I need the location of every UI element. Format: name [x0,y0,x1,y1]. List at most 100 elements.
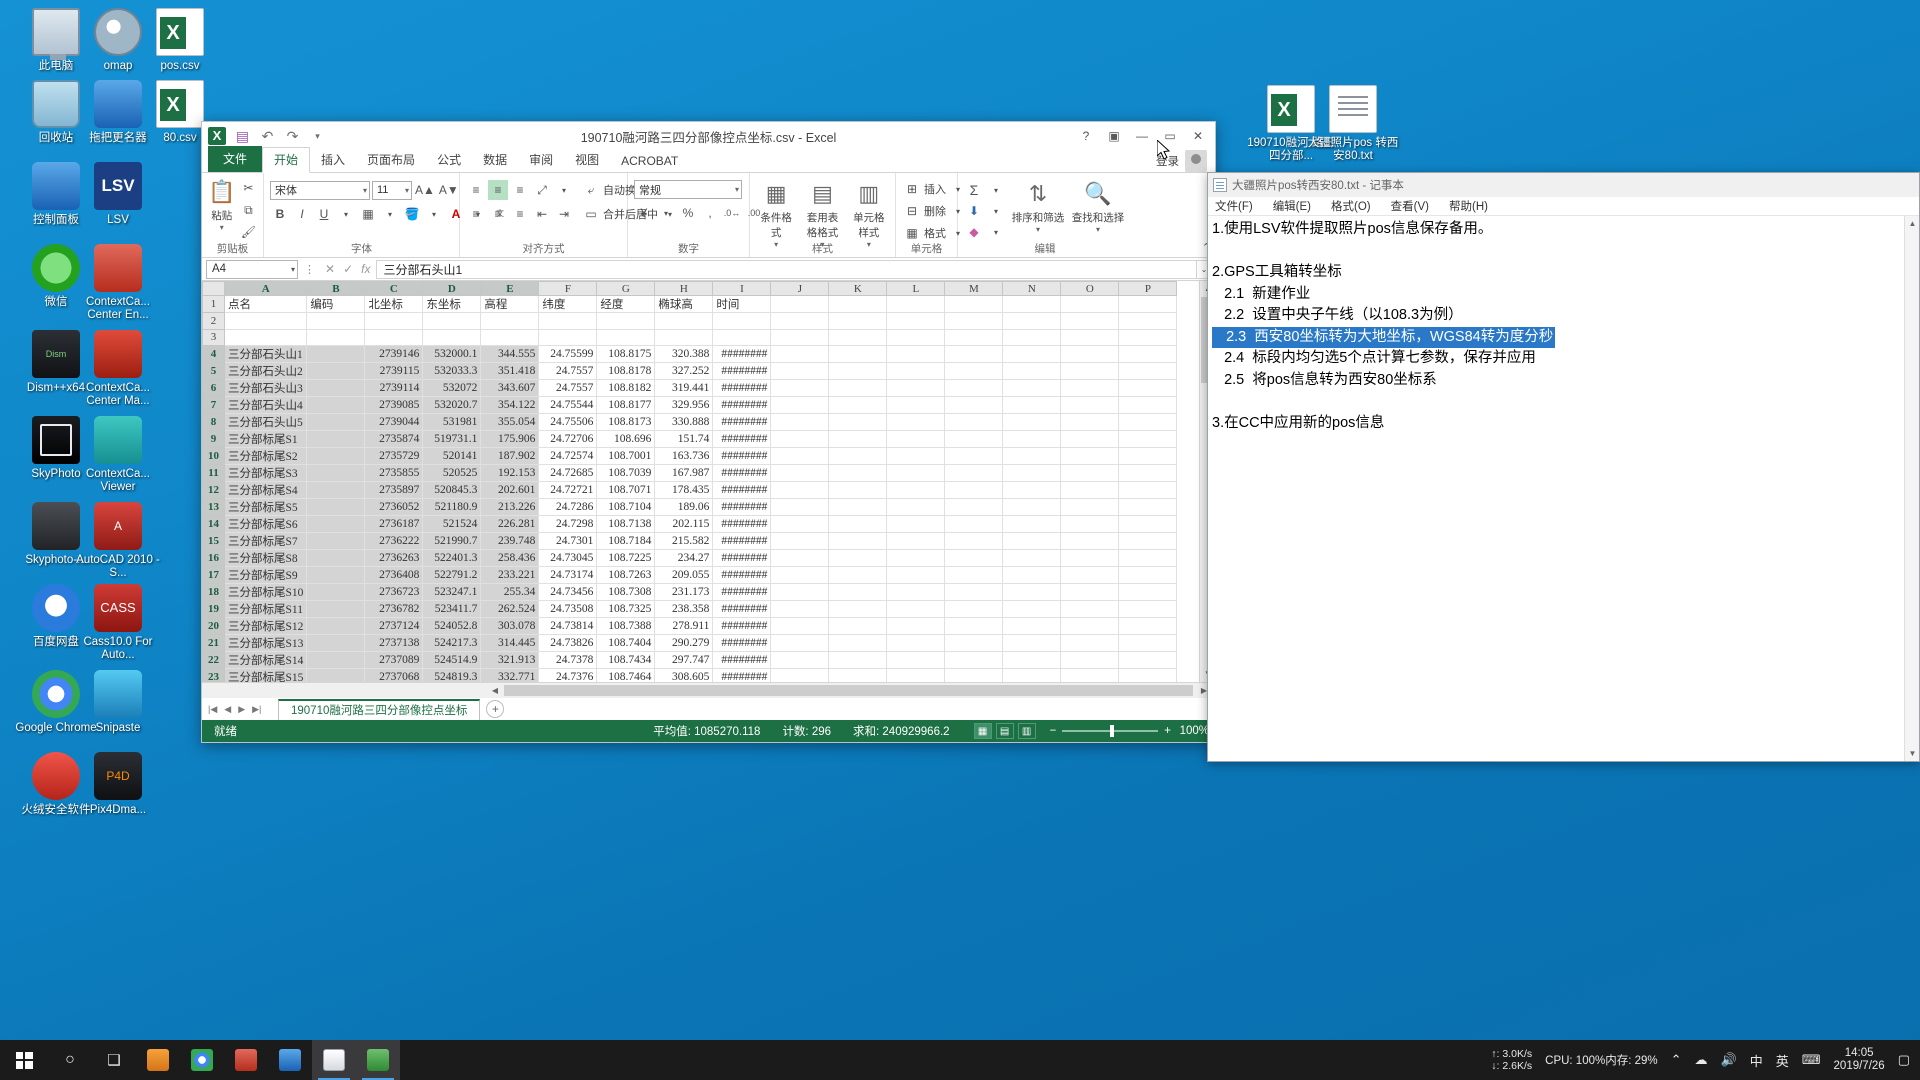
grid-cell[interactable]: 319.441 [655,380,713,397]
grid-cell[interactable]: ######## [713,431,771,448]
grid-cell[interactable] [887,669,945,682]
grid-cell[interactable]: 202.601 [481,482,539,499]
grid-cell[interactable] [423,329,481,346]
format-as-table-button[interactable]: ▤ 套用表格格式 ▾ [802,178,842,249]
grid-cell[interactable]: 纬度 [539,296,597,313]
grid-cell[interactable] [1119,397,1177,414]
grid-cell[interactable]: 108.7104 [597,499,655,516]
grid-cell[interactable] [771,499,829,516]
grid-cell[interactable]: ######## [713,380,771,397]
grid-cell[interactable]: ######## [713,652,771,669]
grid-cell[interactable]: 108.7138 [597,516,655,533]
grid-cell[interactable]: 320.388 [655,346,713,363]
formula-bar[interactable]: A4 ▾ ⋮ ✕ ✓ fx 三分部石头山1 ⌄ [202,258,1215,281]
grid-cell[interactable] [307,669,365,682]
taskbar-app-buttons[interactable] [136,1040,400,1080]
grid-cell[interactable] [771,346,829,363]
grid-cell[interactable] [945,448,1003,465]
ime-language-label[interactable]: 英 [1776,1051,1789,1070]
grid-cell[interactable]: 2736723 [365,584,423,601]
grid-cell[interactable]: 524052.8 [423,618,481,635]
grid-cell[interactable] [829,533,887,550]
ribbon-tab-3[interactable]: 页面布局 [356,148,426,172]
grid-cell[interactable] [1003,329,1061,346]
grid-cell[interactable] [771,380,829,397]
grid-cell[interactable] [771,601,829,618]
grid-cell[interactable]: 三分部标尾S9 [225,567,307,584]
column-header[interactable]: B [307,282,365,296]
grid-cell[interactable] [829,397,887,414]
align-bottom-icon[interactable]: ≡ [510,180,530,200]
grid-cell[interactable]: 2736263 [365,550,423,567]
grid-cell[interactable] [1119,431,1177,448]
grid-cell[interactable]: 2739085 [365,397,423,414]
grid-cell[interactable] [887,635,945,652]
desktop-icon-contextcapture-center-engine[interactable]: ContextCa... Center En... [70,244,166,322]
grid-cell[interactable] [307,329,365,346]
grid-cell[interactable]: 24.7557 [539,363,597,380]
grid-cell[interactable] [887,346,945,363]
row-header[interactable]: 10 [203,448,225,465]
grid-cell[interactable]: 332.771 [481,669,539,682]
align-top-icon[interactable]: ≡ [466,180,486,200]
grid-cell[interactable]: 24.73814 [539,618,597,635]
clock[interactable]: 14:05 2019/7/26 [1834,1047,1885,1073]
grid-cell[interactable]: ######## [713,346,771,363]
excel-title-bar[interactable]: X ▤ ↶ ↷ ▾ 190710融河路三四分部像控点坐标.csv - Excel… [202,122,1215,150]
orientation-icon[interactable]: ⤢ [532,180,552,200]
grid-cell[interactable] [887,448,945,465]
column-header[interactable]: N [1003,282,1061,296]
grid-cell[interactable] [771,465,829,482]
notepad-menu-item-4[interactable]: 帮助(H) [1446,197,1491,215]
grid-cell[interactable] [945,313,1003,330]
column-header[interactable]: P [1119,282,1177,296]
grid-cell[interactable]: 239.748 [481,533,539,550]
column-header[interactable]: M [945,282,1003,296]
search-icon[interactable]: ○ [48,1040,92,1080]
grid-cell[interactable] [307,431,365,448]
grid-cell[interactable]: 24.7301 [539,533,597,550]
grid-cell[interactable] [307,516,365,533]
notepad-menu-item-1[interactable]: 编辑(E) [1270,197,1314,215]
grid-cell[interactable]: 321.913 [481,652,539,669]
grid-cell[interactable]: 297.747 [655,652,713,669]
grid-cell[interactable]: 2736222 [365,533,423,550]
align-right-icon[interactable]: ≡ [510,204,530,224]
grid-cell[interactable] [887,516,945,533]
grid-cell[interactable] [225,313,307,330]
grid-cell[interactable] [1061,652,1119,669]
currency-dropdown-icon[interactable]: ▾ [656,203,676,223]
grid-cell[interactable]: 三分部标尾S10 [225,584,307,601]
grid-cell[interactable] [1061,499,1119,516]
grid-cell[interactable] [1003,618,1061,635]
format-cells-icon[interactable]: ▦ [902,223,922,243]
close-button[interactable]: ✕ [1185,125,1211,147]
taskbar-button-huorong[interactable] [224,1040,268,1080]
grid-cell[interactable] [1061,329,1119,346]
grid-cell[interactable]: 2739146 [365,346,423,363]
grid-cell[interactable] [1061,567,1119,584]
grid-cell[interactable]: 520141 [423,448,481,465]
grid-cell[interactable]: 532033.3 [423,363,481,380]
row-header[interactable]: 11 [203,465,225,482]
grid-cell[interactable] [1003,397,1061,414]
notepad-menu-bar[interactable]: 文件(F)编辑(E)格式(O)查看(V)帮助(H) [1208,197,1919,216]
grid-cell[interactable]: ######## [713,601,771,618]
grid-cell[interactable]: 2735855 [365,465,423,482]
grid-cell[interactable] [1003,363,1061,380]
desktop-icon-txt-file[interactable]: 大疆照片pos 转西安80.txt [1305,85,1401,163]
column-header[interactable]: C [365,282,423,296]
grid-cell[interactable] [771,635,829,652]
grid-cell[interactable]: 330.888 [655,414,713,431]
grid-cell[interactable] [945,618,1003,635]
grid-cell[interactable]: 2737124 [365,618,423,635]
horizontal-scrollbar[interactable]: ◀ ▶ [202,682,1215,698]
align-left-icon[interactable]: ≡ [466,204,486,224]
cancel-edit-icon[interactable]: ✕ [325,262,335,276]
grid-cell[interactable]: 215.582 [655,533,713,550]
grid-cell[interactable] [423,313,481,330]
row-header[interactable]: 3 [203,329,225,346]
delete-cells-icon[interactable]: ⊟ [902,201,922,221]
grid-cell[interactable]: 522401.3 [423,550,481,567]
grid-cell[interactable] [829,296,887,313]
